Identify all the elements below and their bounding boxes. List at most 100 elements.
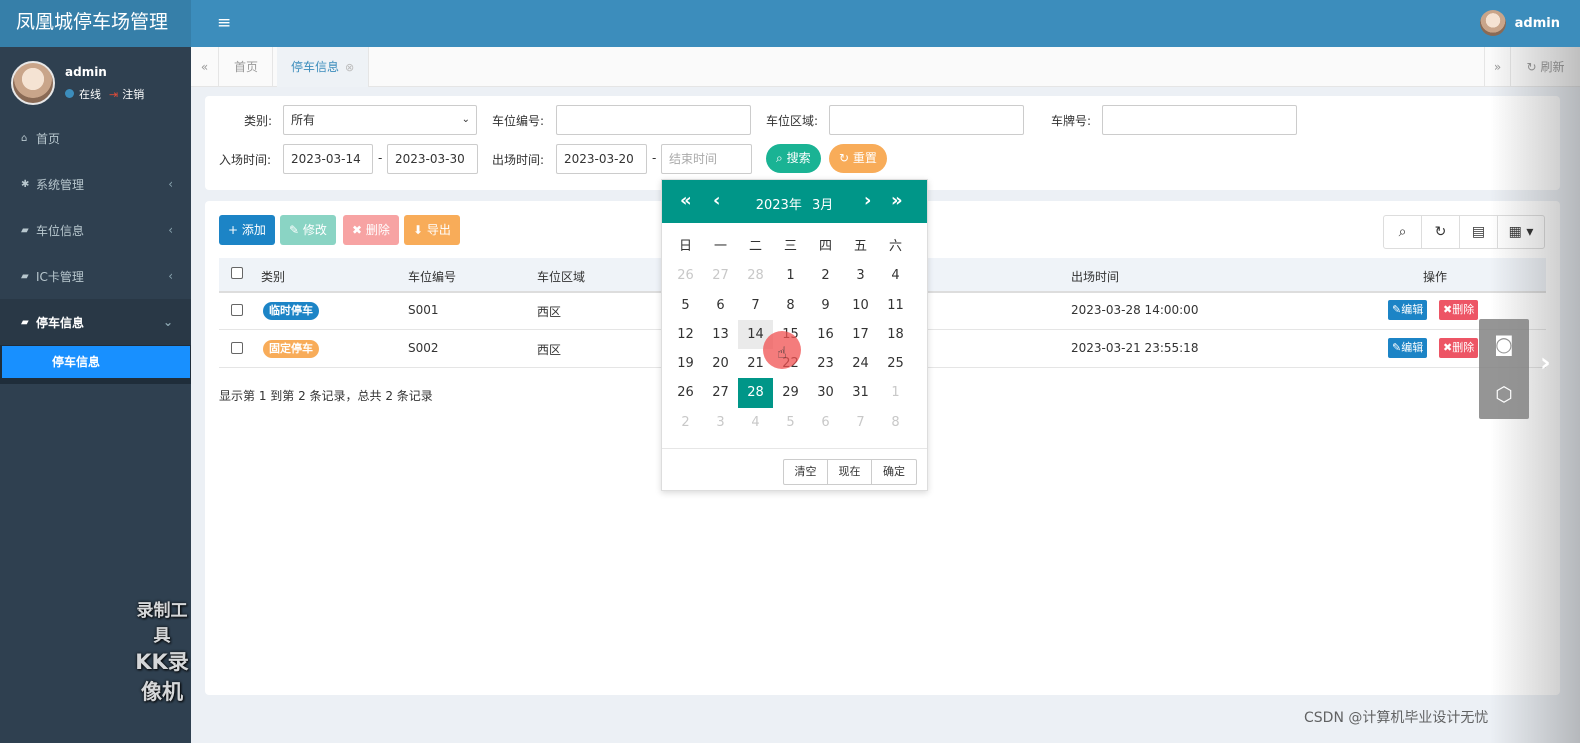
day-cell[interactable]: 26 — [668, 378, 703, 407]
reset-button[interactable]: ↻ 重置 — [829, 144, 887, 173]
day-cell[interactable]: 1 — [878, 378, 913, 407]
sidebar-item-spaces[interactable]: ▰ 车位信息 ‹ — [0, 207, 191, 253]
day-cell[interactable]: 9 — [808, 291, 843, 320]
shield-icon[interactable]: ⬡ — [1479, 369, 1529, 419]
row-edit-button[interactable]: ✎编辑 — [1388, 338, 1428, 358]
day-cell[interactable]: 2 — [668, 408, 703, 437]
selected-day-cell[interactable]: 28 — [738, 378, 773, 408]
confirm-button[interactable]: 确定 — [872, 460, 916, 484]
add-button[interactable]: + 添加 — [219, 215, 275, 245]
year-select[interactable]: 2023年 — [756, 198, 802, 213]
export-button[interactable]: ⬇ 导出 — [404, 215, 460, 245]
camera-icon[interactable]: ◙ — [1479, 319, 1529, 369]
row-delete-button[interactable]: ✖删除 — [1439, 338, 1479, 358]
next-month-icon[interactable]: › — [864, 190, 871, 211]
day-cell[interactable]: 1 — [773, 261, 808, 290]
row-delete-button[interactable]: ✖删除 — [1439, 300, 1479, 320]
day-cell[interactable]: 6 — [703, 291, 738, 320]
sidebar-item-home[interactable]: ⌂ 首页 — [0, 115, 191, 161]
day-cell[interactable]: 19 — [668, 349, 703, 378]
day-cell[interactable]: 24 — [843, 349, 878, 378]
day-cell[interactable]: 31 — [843, 378, 878, 407]
plate-input[interactable] — [1102, 105, 1297, 135]
day-cell[interactable]: 5 — [773, 408, 808, 437]
day-cell[interactable]: 6 — [808, 408, 843, 437]
date-grid: 日一二三四五六262728123456789101112131415161718… — [668, 232, 921, 437]
day-cell[interactable]: 5 — [668, 291, 703, 320]
refresh-icon[interactable]: ↻ — [1422, 216, 1460, 248]
chevron-right-icon[interactable]: › — [1540, 348, 1551, 378]
day-cell[interactable]: 16 — [808, 320, 843, 349]
category-select[interactable]: 所有 ⌄ — [283, 105, 477, 135]
day-cell[interactable]: 26 — [668, 261, 703, 290]
day-cell[interactable]: 2 — [808, 261, 843, 290]
day-cell[interactable]: 27 — [703, 378, 738, 407]
date-picker-title: 2023年 3月 — [662, 194, 927, 213]
entry-end-input[interactable]: 2023-03-30 — [387, 144, 478, 174]
exit-start-input[interactable]: 2023-03-20 — [556, 144, 647, 174]
day-cell[interactable]: 25 — [878, 349, 913, 378]
edit-button[interactable]: ✎ 修改 — [280, 215, 336, 245]
logout-icon: ⇥ — [109, 88, 119, 101]
close-icon[interactable]: ⊗ — [345, 61, 354, 74]
tab-parking-info[interactable]: 停车信息 ⊗ — [277, 47, 370, 87]
day-cell[interactable]: 7 — [738, 291, 773, 320]
search-button[interactable]: ⌕ 搜索 — [766, 144, 821, 173]
avatar — [11, 61, 55, 105]
row-checkbox[interactable] — [231, 342, 243, 354]
day-cell[interactable]: 27 — [703, 261, 738, 290]
hand-cursor-icon: ☝ — [777, 343, 787, 362]
month-select[interactable]: 3月 — [812, 198, 833, 213]
day-cell[interactable]: 3 — [843, 261, 878, 290]
top-user-menu[interactable]: admin — [1479, 10, 1560, 36]
day-cell[interactable]: 17 — [843, 320, 878, 349]
menu-toggle-icon[interactable]: ≡ — [217, 13, 231, 33]
space-no-input[interactable] — [556, 105, 751, 135]
next-year-icon[interactable]: » — [891, 190, 903, 211]
chevron-down-icon: ⌄ — [461, 114, 470, 125]
chevron-down-icon: ⌄ — [162, 315, 173, 329]
area-input[interactable] — [829, 105, 1024, 135]
row-edit-button[interactable]: ✎编辑 — [1388, 300, 1428, 320]
sidebar-item-system[interactable]: ✱ 系统管理 ‹ — [0, 161, 191, 207]
day-cell[interactable]: 28 — [738, 261, 773, 290]
day-cell[interactable]: 20 — [703, 349, 738, 378]
select-all-checkbox[interactable] — [231, 267, 243, 279]
category-label: 类别: — [244, 114, 273, 128]
day-cell[interactable]: 11 — [878, 291, 913, 320]
now-button[interactable]: 现在 — [828, 460, 872, 484]
download-icon: ⬇ — [413, 223, 424, 237]
entry-time-label: 入场时间: — [219, 153, 272, 167]
date-picker-footer: 清空 现在 确定 — [662, 448, 927, 491]
day-cell[interactable]: 23 — [808, 349, 843, 378]
row-checkbox[interactable] — [231, 304, 243, 316]
sidebar-subitem-parking-info[interactable]: 停车信息 — [2, 346, 190, 378]
day-cell[interactable]: 12 — [668, 320, 703, 349]
sidebar-user-name: admin — [65, 65, 107, 79]
user-panel: admin 在线 ⇥ 注销 — [0, 47, 191, 115]
search-icon[interactable]: ⌕ — [1384, 216, 1422, 248]
clear-button[interactable]: 清空 — [784, 460, 828, 484]
tab-home[interactable]: 首页 — [220, 47, 274, 87]
day-cell[interactable]: 3 — [703, 408, 738, 437]
day-cell[interactable]: 18 — [878, 320, 913, 349]
weekday-label: 三 — [783, 239, 797, 254]
day-cell[interactable]: 13 — [703, 320, 738, 349]
submenu: 停车信息 — [0, 345, 191, 384]
sidebar-item-parking[interactable]: ▰ 停车信息 ⌄ — [0, 299, 191, 345]
day-cell[interactable]: 7 — [843, 408, 878, 437]
day-cell[interactable]: 29 — [773, 378, 808, 407]
book-icon: ▰ — [21, 224, 29, 236]
day-cell[interactable]: 4 — [738, 408, 773, 437]
day-cell[interactable]: 4 — [878, 261, 913, 290]
logout-link[interactable]: ⇥ 注销 — [109, 86, 144, 102]
day-cell[interactable]: 10 — [843, 291, 878, 320]
day-cell[interactable]: 8 — [878, 408, 913, 437]
exit-end-input[interactable]: 结束时间 — [661, 144, 752, 174]
tab-scroll-left-icon[interactable]: « — [191, 47, 219, 87]
day-cell[interactable]: 8 — [773, 291, 808, 320]
delete-button[interactable]: ✖ 删除 — [343, 215, 399, 245]
entry-start-input[interactable]: 2023-03-14 — [283, 144, 373, 174]
day-cell[interactable]: 30 — [808, 378, 843, 407]
sidebar-item-iccard[interactable]: ▰ IC卡管理 ‹ — [0, 253, 191, 299]
